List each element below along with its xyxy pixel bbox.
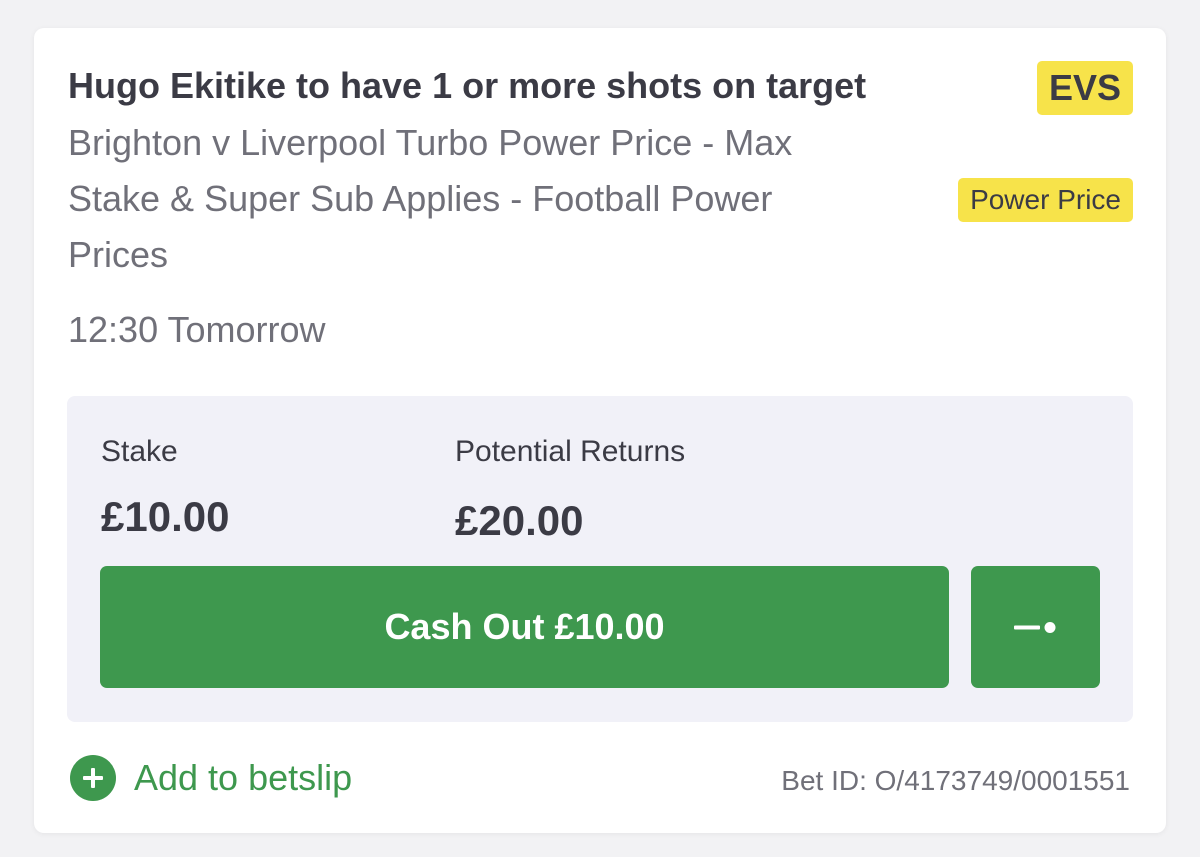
bet-id: Bet ID: O/4173749/0001551: [781, 765, 1130, 796]
cash-out-label: Cash Out £10.00: [384, 606, 665, 647]
plus-circle-icon: [70, 755, 116, 801]
event-time: 12:30 Tomorrow: [68, 309, 326, 350]
potential-returns-value: £20.00: [455, 497, 584, 544]
add-to-betslip-label: Add to betslip: [134, 757, 353, 798]
market-description: Brighton v Liverpool Turbo Power Price -…: [68, 122, 793, 275]
cash-out-button[interactable]: Cash Out £10.00: [100, 566, 949, 688]
power-price-badge: Power Price: [958, 178, 1133, 222]
stake-label: Stake: [101, 435, 178, 468]
partial-cash-out-button[interactable]: [971, 566, 1100, 688]
odds-badge: EVS: [1036, 61, 1133, 115]
potential-returns-label: Potential Returns: [455, 435, 686, 468]
bet-card: Hugo Ekitike to have 1 or more shots on …: [34, 28, 1166, 833]
selection-title: Hugo Ekitike to have 1 or more shots on …: [68, 65, 867, 106]
stake-panel: Stake Potential Returns £10.00 £20.00 Ca…: [67, 396, 1133, 722]
partial-cashout-slider-icon: [1013, 622, 1055, 633]
stake-value: £10.00: [101, 493, 230, 540]
add-to-betslip-link[interactable]: Add to betslip: [70, 754, 352, 802]
